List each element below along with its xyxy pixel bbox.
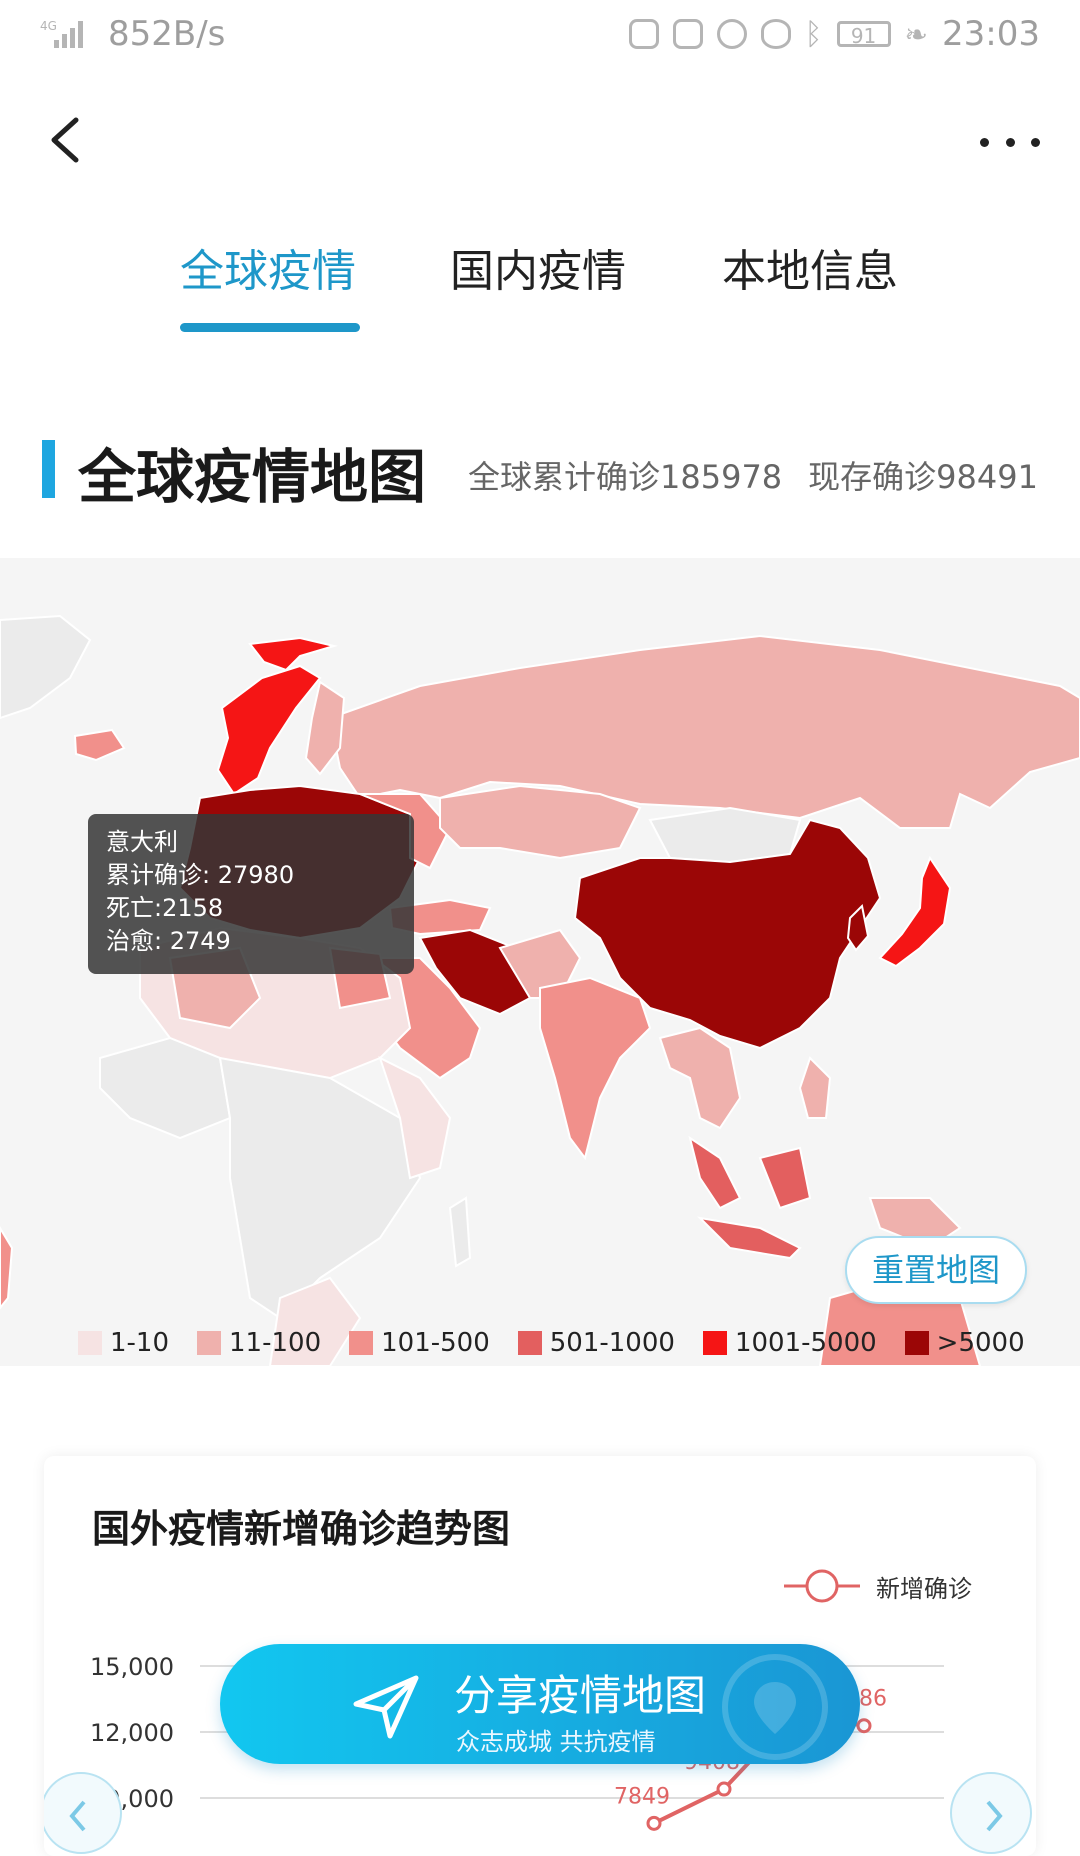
y-tick-label: 15,000 <box>90 1653 174 1681</box>
map-region-iceland <box>73 728 126 762</box>
bluetooth-icon: ᛒ <box>804 16 823 52</box>
map-region-greenland <box>0 614 92 720</box>
current-confirmed: 现存确诊98491 <box>808 458 1038 496</box>
map-region-india <box>539 976 652 1161</box>
tooltip-confirmed: 累计确诊: 27980 <box>106 861 295 889</box>
tab-global[interactable]: 全球疫情 <box>180 235 356 299</box>
network-speed: 852B/s <box>108 14 226 54</box>
data-label: 7849 <box>614 1784 670 1809</box>
reset-map-button[interactable]: 重置地图 <box>845 1236 1027 1304</box>
svg-text:4G: 4G <box>40 19 57 33</box>
legend-swatch <box>197 1331 222 1355</box>
section-accent-bar <box>42 440 55 498</box>
legend-item[interactable]: 1-10 <box>78 1328 169 1358</box>
legend-swatch <box>517 1331 542 1355</box>
map-region-central-africa <box>218 1056 422 1320</box>
map-legend: 1-10 11-100 101-500 501-1000 1001-5000 >… <box>78 1328 1053 1358</box>
map-region-kazakhstan <box>439 784 642 860</box>
back-button[interactable] <box>40 110 100 170</box>
legend-item[interactable]: 11-100 <box>197 1328 321 1358</box>
map-region-south-america-edge <box>0 1226 14 1310</box>
total-confirmed: 全球累计确诊185978 <box>468 458 783 496</box>
chevron-left-icon <box>69 1800 86 1832</box>
section-header: 全球疫情地图 全球累计确诊185978 现存确诊98491 <box>0 430 1080 511</box>
map-region-indochina <box>658 1026 742 1130</box>
map-tooltip: 意大利 累计确诊: 27980 死亡:2158 治愈: 2749 <box>88 814 414 974</box>
top-nav <box>0 80 1080 200</box>
legend-swatch <box>702 1331 727 1355</box>
map-region-norway <box>216 664 322 796</box>
legend-item[interactable]: 101-500 <box>349 1328 490 1358</box>
headset-icon <box>628 19 659 49</box>
chevron-left-icon <box>51 117 79 163</box>
tooltip-deaths: 死亡:2158 <box>106 894 224 922</box>
tooltip-country: 意大利 <box>106 828 178 856</box>
status-left: 4G 852B/s <box>40 14 225 54</box>
chevron-right-icon <box>986 1800 1003 1832</box>
map-region-japan <box>878 855 952 968</box>
page-title: 全球疫情地图 <box>78 443 427 511</box>
legend-swatch <box>78 1331 102 1355</box>
prev-arrow-button[interactable] <box>44 1772 122 1854</box>
legend-item[interactable]: 501-1000 <box>517 1328 675 1358</box>
legend-item[interactable]: 1001-5000 <box>702 1328 877 1358</box>
clock-time: 23:03 <box>942 14 1040 54</box>
alarm-icon <box>716 19 747 49</box>
location-pin-icon <box>722 1654 828 1760</box>
send-icon <box>353 1675 419 1739</box>
legend-swatch <box>349 1331 374 1355</box>
battery-icon: 91 <box>836 21 891 48</box>
status-bar: 4G 852B/s ᛒ 91 ❧ 23:03 <box>0 0 1080 72</box>
tab-bar: 全球疫情 国内疫情 本地信息 <box>0 225 1080 335</box>
data-point <box>716 1781 732 1797</box>
world-map[interactable]: 意大利 累计确诊: 27980 死亡:2158 治愈: 2749 重置地图 1-… <box>0 558 1080 1366</box>
hd-icon <box>672 19 703 49</box>
signal-icon: 4G <box>40 19 83 48</box>
y-tick-label: 12,000 <box>90 1719 174 1747</box>
legend-swatch <box>904 1331 929 1355</box>
map-region-madagascar <box>448 1196 472 1268</box>
eye-icon <box>760 19 791 49</box>
share-label: 分享疫情地图 <box>454 1671 707 1720</box>
tab-indicator <box>180 323 360 332</box>
leaf-icon: ❧ <box>904 17 929 51</box>
map-region-malaysia <box>688 1135 742 1210</box>
share-map-button[interactable]: 分享疫情地图 众志成城 共抗疫情 <box>220 1644 860 1764</box>
data-point <box>646 1815 662 1831</box>
map-region-philippines <box>798 1056 832 1119</box>
global-stats: 全球累计确诊185978 现存确诊98491 <box>468 452 1038 498</box>
more-horizontal-icon <box>980 137 989 147</box>
legend-item[interactable]: >5000 <box>904 1328 1025 1358</box>
tooltip-recovered: 治愈: 2749 <box>106 927 231 955</box>
next-arrow-button[interactable] <box>950 1772 1032 1854</box>
map-region-mongolia <box>648 806 802 864</box>
status-right: ᛒ 91 ❧ 23:03 <box>628 14 1040 54</box>
tab-local[interactable]: 本地信息 <box>722 235 898 299</box>
tab-domestic[interactable]: 国内疫情 <box>450 235 626 299</box>
share-sublabel: 众志成城 共抗疫情 <box>456 1728 656 1756</box>
map-region-svalbard <box>248 636 338 672</box>
more-button[interactable] <box>980 122 1040 162</box>
data-point <box>856 1718 872 1734</box>
